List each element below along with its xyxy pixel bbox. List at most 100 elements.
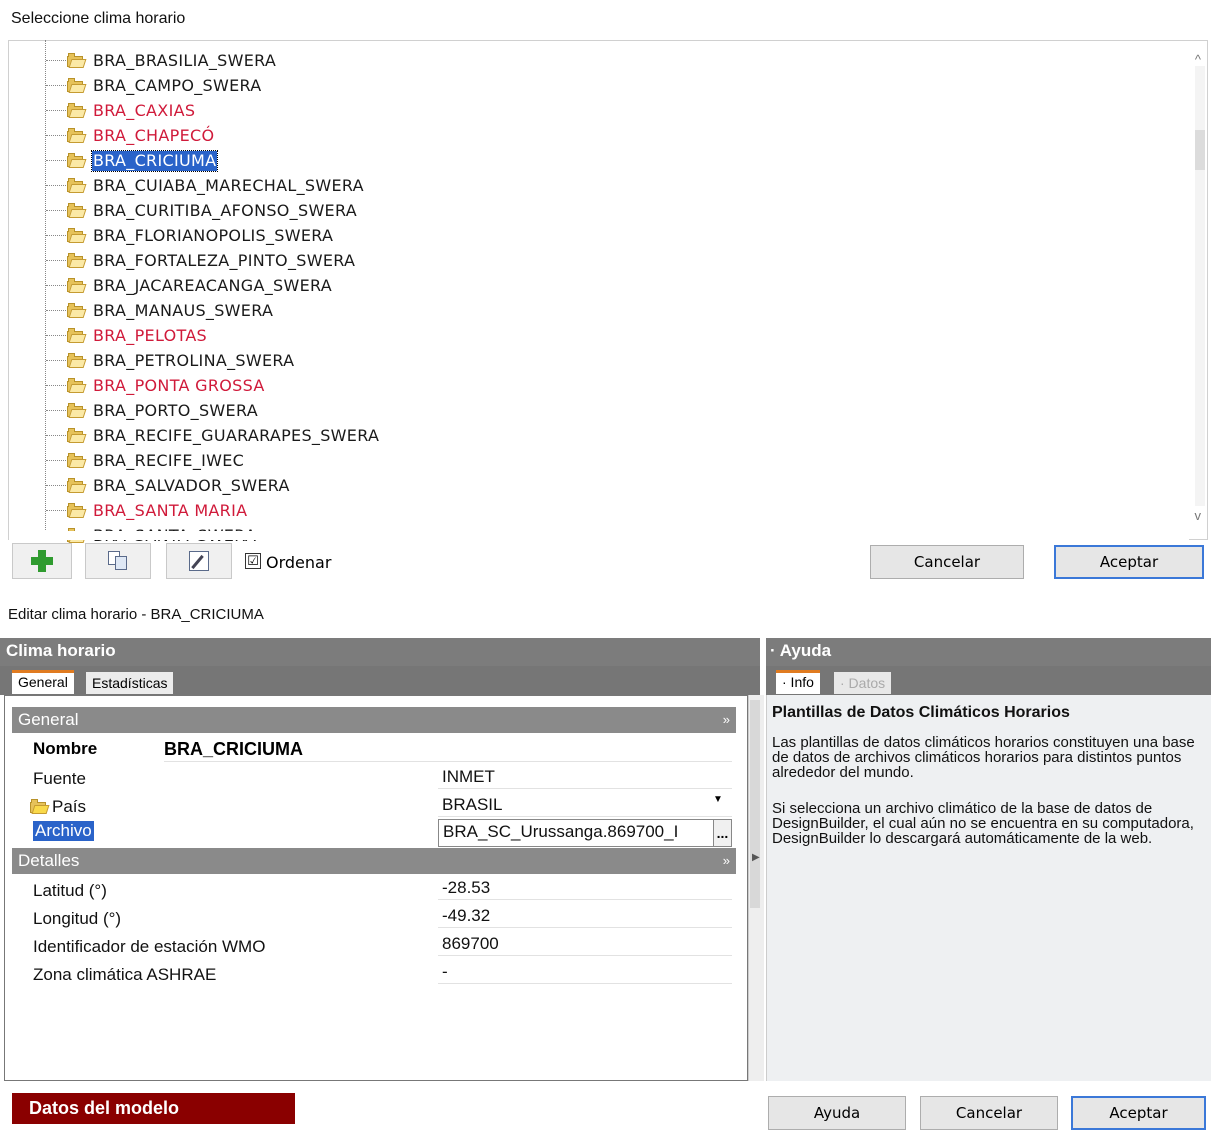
help-button[interactable]: Ayuda [768, 1096, 906, 1130]
tree-item-label[interactable]: BRA_BRASILIA_SWERA [92, 51, 277, 71]
section-general-label: General [18, 710, 79, 729]
section-detalles-label: Detalles [18, 851, 80, 870]
pais-label: País [52, 797, 87, 816]
tree-item[interactable]: BRA_CAMPO_SWERA [46, 73, 263, 98]
nombre-field[interactable]: BRA_CRICIUMA [164, 736, 732, 762]
tree-item[interactable]: BRA_FLORIANOPOLIS_SWERA [46, 223, 334, 248]
scroll-up-icon[interactable]: ^ [1195, 52, 1201, 67]
accept-button[interactable]: Aceptar [1071, 1096, 1206, 1130]
tree-item-label[interactable]: BRA_SALVADOR_SWERA [92, 476, 291, 496]
browse-button[interactable]: ... [713, 819, 732, 847]
scrollbar-thumb[interactable] [750, 700, 760, 908]
folder-open-icon [66, 102, 87, 119]
tree-item[interactable]: BRA_RECIFE_GUARARAPES_SWERA [46, 423, 380, 448]
expand-arrow-icon[interactable]: ▶ [752, 852, 760, 863]
help-title: Plantillas de Datos Climáticos Horarios [772, 704, 1070, 721]
tree-item-label[interactable]: BRA_CHAPECÓ [92, 126, 215, 146]
tree-item-label[interactable]: BRA_FORTALEZA_PINTO_SWERA [92, 251, 356, 271]
tree-connector [46, 135, 68, 136]
fuente-field[interactable]: INMET [438, 765, 732, 789]
collapse-icon[interactable]: » [723, 707, 730, 733]
tree-connector [46, 460, 68, 461]
edit-dialog-title: Editar clima horario - BRA_CRICIUMA [8, 606, 264, 623]
tab-bar: General Estadísticas [0, 666, 760, 695]
tab-estadisticas[interactable]: Estadísticas [86, 672, 174, 694]
tree-item-label[interactable]: BRA_CRICIUMA [90, 149, 219, 172]
folder-open-icon [66, 277, 87, 294]
archivo-field[interactable]: BRA_SC_Urussanga.869700_I [438, 819, 720, 847]
tree-item-label[interactable]: BRA_MANAUS_SWERA [92, 301, 274, 321]
copy-icon [108, 551, 128, 571]
tree-connector [46, 485, 68, 486]
help-tab-bar: · Info · Datos [766, 666, 1211, 695]
accept-button[interactable]: Aceptar [1054, 545, 1204, 579]
tree-item[interactable]: BRA_PORTO_SWERA [46, 398, 259, 423]
tree-item-label[interactable]: BRA_PETROLINA_SWERA [92, 351, 295, 371]
tree-connector [46, 160, 68, 161]
folder-open-icon [66, 477, 87, 494]
longitud-label: Longitud (°) [33, 909, 122, 928]
tree-item[interactable]: BRA_CURITIBA_AFONSO_SWERA [46, 198, 358, 223]
scrollbar-thumb[interactable] [1195, 130, 1205, 170]
tree-item[interactable]: BRA_PETROLINA_SWERA [46, 348, 295, 373]
folder-open-icon [66, 427, 87, 444]
tree-item[interactable]: BRA_CHAPECÓ [46, 123, 215, 148]
nombre-label: Nombre [33, 739, 98, 758]
pais-select[interactable]: BRASIL [438, 793, 732, 817]
help-paragraph: Las plantillas de datos climáticos horar… [772, 734, 1195, 781]
tree-item[interactable]: BRA_FORTALEZA_PINTO_SWERA [46, 248, 356, 273]
cancel-button[interactable]: Cancelar [870, 545, 1024, 579]
wmo-label: Identificador de estación WMO [33, 937, 266, 956]
folder-open-icon [66, 502, 87, 519]
add-button[interactable] [12, 543, 72, 579]
tree-item-label[interactable]: BRA_PELOTAS [92, 326, 208, 346]
copy-button[interactable] [85, 543, 151, 579]
folder-open-icon [66, 152, 87, 169]
tree-item[interactable]: BRA_CUIABA_MARECHAL_SWERA [46, 173, 365, 198]
tree-connector [46, 285, 68, 286]
tree-clip [9, 531, 1189, 540]
tree-item-label[interactable]: BRA_SANTA MARIA [92, 501, 248, 521]
tree-item[interactable]: BRA_RECIFE_IWEC [46, 448, 245, 473]
tree-item[interactable]: BRA_JACAREACANGA_SWERA [46, 273, 333, 298]
tree-item[interactable]: BRA_PONTA GROSSA [46, 373, 266, 398]
tree-item-label[interactable]: BRA_CAMPO_SWERA [92, 76, 263, 96]
tab-info[interactable]: · Info [776, 670, 820, 694]
scroll-down-icon[interactable]: v [1195, 508, 1202, 523]
longitud-field[interactable]: -49.32 [438, 904, 732, 928]
tree-item[interactable]: BRA_CAXIAS [46, 98, 196, 123]
section-general[interactable]: General » [12, 707, 736, 733]
folder-open-icon [66, 202, 87, 219]
tree-item-label[interactable]: BRA_JACAREACANGA_SWERA [92, 276, 333, 296]
tree-item-label[interactable]: BRA_RECIFE_GUARARAPES_SWERA [92, 426, 380, 446]
tree-item[interactable]: BRA_MANAUS_SWERA [46, 298, 274, 323]
tree-item[interactable]: BRA_SALVADOR_SWERA [46, 473, 291, 498]
tree-item-label[interactable]: BRA_CURITIBA_AFONSO_SWERA [92, 201, 358, 221]
tree-item[interactable]: BRA_PELOTAS [46, 323, 208, 348]
tree-item-label[interactable]: BRA_CUIABA_MARECHAL_SWERA [92, 176, 365, 196]
tree-item[interactable]: BRA_BRASILIA_SWERA [46, 48, 277, 73]
wmo-field[interactable]: 869700 [438, 932, 732, 956]
tree-item[interactable]: BRA_SANTA MARIA [46, 498, 248, 523]
tree-connector [46, 335, 68, 336]
dropdown-arrow-icon[interactable]: ▼ [713, 794, 723, 805]
ordenar-checkbox[interactable]: ☑ [245, 553, 261, 569]
collapse-icon[interactable]: » [723, 848, 730, 874]
tree-item-label[interactable]: BRA_CAXIAS [92, 101, 196, 121]
tree-item[interactable]: BRA_CRICIUMA [46, 148, 219, 173]
section-detalles[interactable]: Detalles » [12, 848, 736, 874]
latitud-field[interactable]: -28.53 [438, 876, 732, 900]
ordenar-label: Ordenar [266, 553, 332, 572]
tree-item-label[interactable]: BRA_FLORIANOPOLIS_SWERA [92, 226, 334, 246]
tree-item-label[interactable]: BRA_RECIFE_IWEC [92, 451, 245, 471]
tree-item-label[interactable]: BRA_PONTA GROSSA [92, 376, 266, 396]
edit-button[interactable] [166, 543, 232, 579]
cancel-button[interactable]: Cancelar [920, 1096, 1058, 1130]
tree-connector [46, 110, 68, 111]
model-data-button[interactable]: Datos del modelo [12, 1093, 295, 1124]
ashrae-field[interactable]: - [438, 960, 732, 984]
folder-open-icon [66, 377, 87, 394]
tree-connector [46, 385, 68, 386]
tree-item-label[interactable]: BRA_PORTO_SWERA [92, 401, 259, 421]
tab-general[interactable]: General [12, 670, 74, 694]
